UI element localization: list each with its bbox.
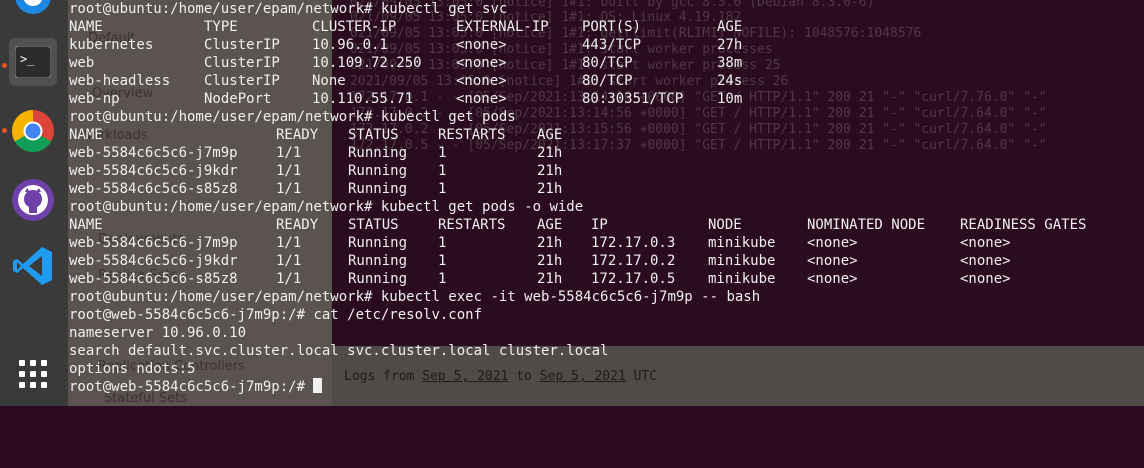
terminal-icon: >_ — [15, 46, 51, 78]
table-row: web-5584c6c5c6-j9kdr 1/1 Running 1 21h 1… — [69, 253, 1011, 269]
help-app[interactable] — [9, 0, 57, 20]
table-row: web-headless ClusterIP None <none> 80/TC… — [69, 73, 743, 89]
svg-text:>_: >_ — [20, 52, 35, 66]
table-row: web-5584c6c5c6-j7m9p 1/1 Running 1 21h 1… — [69, 235, 1011, 251]
terminal-command-line: root@ubuntu:/home/user/epam/network# kub… — [69, 109, 516, 125]
terminal-command-line: root@web-5584c6c5c6-j7m9p:/# cat /etc/re… — [69, 307, 483, 323]
terminal-command-line: root@ubuntu:/home/user/epam/network# kub… — [69, 289, 761, 305]
table-row: web ClusterIP 10.109.72.250 <none> 80/TC… — [69, 55, 743, 71]
table-row: web-5584c6c5c6-s85z8 1/1 Running 1 21h 1… — [69, 271, 1011, 287]
show-apps-icon — [19, 360, 47, 388]
table-row: web-np NodePort 10.110.55.71 <none> 80:3… — [69, 91, 743, 107]
terminal-output-line: search default.svc.cluster.local svc.clu… — [69, 343, 609, 359]
terminal-command-line: root@ubuntu:/home/user/epam/network# kub… — [69, 199, 584, 215]
vscode-app[interactable] — [9, 242, 57, 290]
github-desktop-app[interactable] — [9, 176, 57, 224]
terminal-output-line: nameserver 10.96.0.10 — [69, 325, 247, 341]
chrome-icon — [11, 109, 54, 153]
svc-table-header: NAME TYPE CLUSTER-IP EXTERNAL-IP PORT(S)… — [69, 19, 743, 35]
help-icon — [15, 0, 51, 14]
running-indicator — [2, 128, 7, 133]
terminal-window[interactable]: root@ubuntu:/home/user/epam/network# kub… — [68, 0, 1144, 406]
terminal-command-line: root@ubuntu:/home/user/epam/network# kub… — [69, 1, 508, 17]
table-row: web-5584c6c5c6-j9kdr 1/1 Running 1 21h — [69, 163, 563, 179]
github-desktop-icon — [12, 179, 54, 221]
vscode-icon — [13, 247, 52, 285]
terminal-output-line: options ndots:5 — [69, 361, 196, 377]
pods-table-header: NAME READY STATUS RESTARTS AGE — [69, 127, 563, 143]
chrome-app[interactable] — [9, 107, 57, 155]
table-row: kubernetes ClusterIP 10.96.0.1 <none> 44… — [69, 37, 743, 53]
table-row: web-5584c6c5c6-j7m9p 1/1 Running 1 21h — [69, 145, 563, 161]
terminal-cursor — [313, 378, 323, 393]
table-row: web-5584c6c5c6-s85z8 1/1 Running 1 21h — [69, 181, 563, 197]
running-indicator — [2, 63, 7, 68]
dock: >_ — [0, 0, 68, 406]
pods-wide-table-header: NAME READY STATUS RESTARTS AGE IP NODE N… — [69, 217, 1087, 233]
terminal-app[interactable]: >_ — [9, 38, 57, 86]
show-apps-button[interactable] — [9, 350, 57, 398]
terminal-input-line[interactable]: root@web-5584c6c5c6-j7m9p:/# — [69, 378, 323, 396]
